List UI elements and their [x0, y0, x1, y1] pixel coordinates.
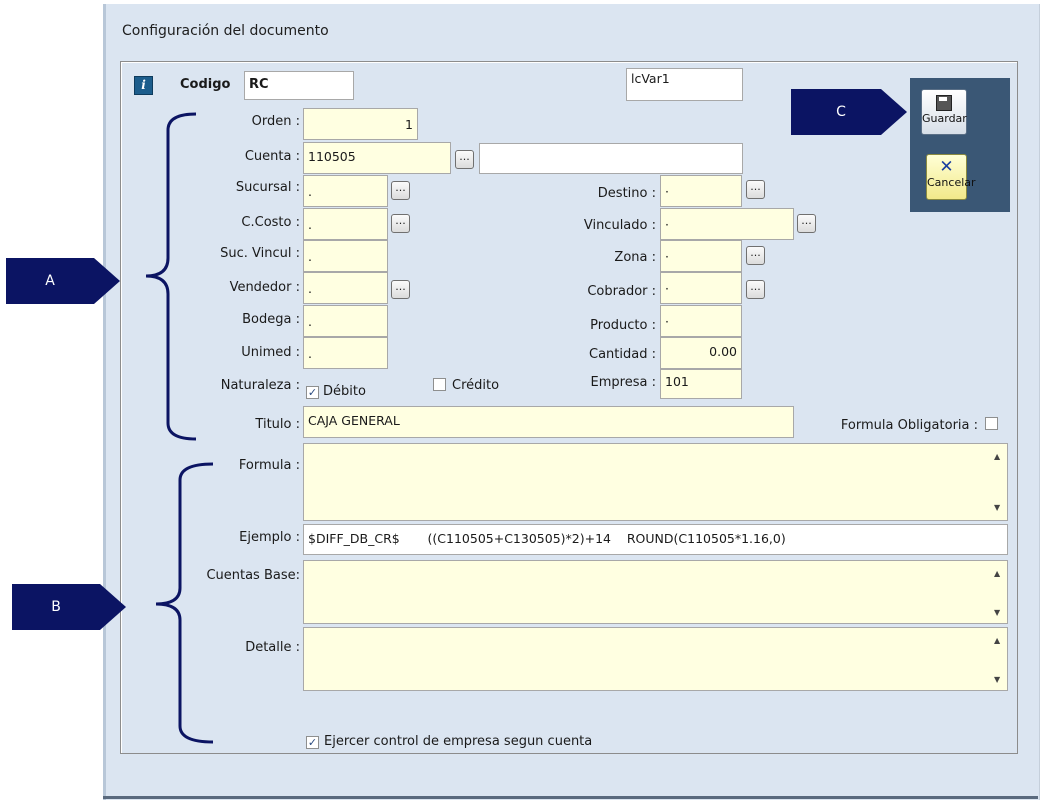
orden-field[interactable]: 1 [303, 108, 418, 140]
bracket-b [155, 462, 214, 744]
variable-field[interactable]: lcVar1 [626, 68, 743, 101]
orden-label: Orden : [251, 114, 300, 129]
window-title: Configuración del documento [122, 23, 329, 39]
vinculado-label: Vinculado : [583, 218, 656, 233]
cantidad-field[interactable]: 0.00 [660, 337, 742, 369]
sucursal-lookup-button[interactable]: ... [391, 181, 410, 200]
cuenta-description-field [479, 143, 743, 174]
vinculado-field[interactable]: · [660, 208, 794, 240]
producto-field[interactable]: · [660, 305, 742, 337]
cobrador-field[interactable]: · [660, 272, 742, 304]
bodega-label: Bodega : [242, 312, 300, 327]
callout-c-label: C [836, 104, 846, 120]
cuenta-lookup-button[interactable]: ... [455, 150, 474, 169]
cancel-x-icon: ✕ [939, 157, 954, 177]
debito-label: Débito [323, 384, 366, 399]
zona-lookup-button[interactable]: ... [746, 246, 765, 265]
formula-obligatoria-checkbox[interactable] [985, 417, 998, 430]
empresa-label: Empresa : [590, 375, 656, 390]
cuentas-base-scrollbar[interactable]: ▲ ▼ [990, 561, 1007, 623]
suc-vincul-field[interactable]: . [303, 240, 388, 272]
vinculado-lookup-button[interactable]: ... [797, 214, 816, 233]
cobrador-lookup-button[interactable]: ... [746, 280, 765, 299]
ejemplo-field: $DIFF_DB_CR$ ((C110505+C130505)*2)+14 RO… [303, 524, 1008, 555]
save-button[interactable]: Guardar [921, 89, 967, 135]
destino-lookup-button[interactable]: ... [746, 180, 765, 199]
callout-b: B [12, 584, 126, 630]
codigo-label: Codigo [180, 77, 231, 92]
titulo-field[interactable]: CAJA GENERAL [303, 406, 794, 438]
producto-label: Producto : [590, 318, 656, 333]
zona-field[interactable]: · [660, 240, 742, 272]
callout-a: A [6, 258, 120, 304]
control-empresa-label: Ejercer control de empresa segun cuenta [324, 734, 593, 749]
vendedor-label: Vendedor : [229, 280, 300, 295]
callout-c: C [791, 89, 907, 135]
destino-label: Destino : [597, 186, 656, 201]
cuenta-label: Cuenta : [244, 149, 300, 164]
floppy-disk-icon [936, 95, 952, 111]
empresa-field[interactable]: 101 [660, 369, 742, 399]
codigo-field[interactable]: RC [244, 71, 354, 100]
cuenta-field[interactable]: 110505 [303, 142, 451, 174]
unimed-field[interactable]: . [303, 337, 388, 369]
ccosto-label: C.Costo : [241, 215, 300, 230]
credito-checkbox[interactable] [433, 378, 446, 391]
cantidad-label: Cantidad : [589, 347, 656, 362]
sucursal-label: Sucursal : [235, 180, 300, 195]
credito-label: Crédito [452, 378, 500, 393]
window-bottom-edge [103, 796, 1038, 799]
save-button-label: Guardar [922, 112, 967, 125]
vendedor-lookup-button[interactable]: ... [391, 280, 410, 299]
info-icon[interactable]: i [134, 76, 153, 95]
window-edge [103, 4, 106, 800]
vendedor-field[interactable]: . [303, 272, 388, 304]
unimed-label: Unimed : [241, 345, 300, 360]
titulo-label: Titulo : [255, 417, 300, 432]
ccosto-field[interactable]: . [303, 208, 388, 240]
control-empresa-checkbox[interactable]: ✓ [306, 736, 319, 749]
bracket-a [145, 112, 197, 441]
detalle-scrollbar[interactable]: ▲ ▼ [990, 628, 1007, 690]
debito-checkbox[interactable]: ✓ [306, 386, 319, 399]
formula-obligatoria-label: Formula Obligatoria : [840, 418, 978, 433]
cancel-button[interactable]: ✕ Cancelar [926, 154, 976, 200]
callout-b-label: B [51, 599, 61, 615]
cancel-button-label: Cancelar [927, 176, 976, 189]
formula-textarea[interactable]: ▲ ▼ [303, 443, 1008, 521]
formula-scrollbar[interactable]: ▲ ▼ [990, 444, 1007, 520]
callout-a-label: A [45, 273, 55, 289]
ccosto-lookup-button[interactable]: ... [391, 214, 410, 233]
naturaleza-label: Naturaleza : [220, 378, 300, 393]
suc-vincul-label: Suc. Vincul : [220, 246, 300, 261]
zona-label: Zona : [614, 250, 656, 265]
destino-field[interactable]: · [660, 175, 742, 207]
cuentas-base-textarea[interactable]: ▲ ▼ [303, 560, 1008, 624]
bodega-field[interactable]: . [303, 305, 388, 337]
detalle-textarea[interactable]: ▲ ▼ [303, 627, 1008, 691]
sucursal-field[interactable]: . [303, 175, 388, 207]
cobrador-label: Cobrador : [587, 284, 656, 299]
